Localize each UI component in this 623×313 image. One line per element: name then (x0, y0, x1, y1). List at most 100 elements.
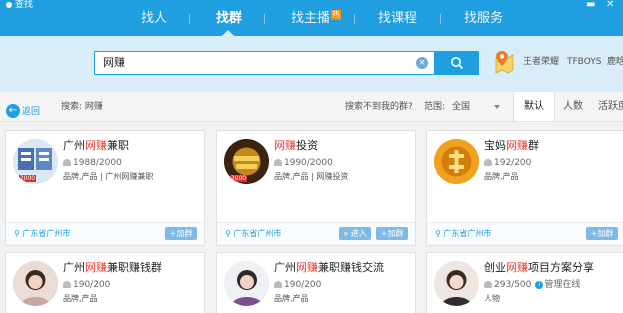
group-tags: 品牌,产品 (63, 294, 98, 303)
group-avatar (434, 261, 479, 306)
group-avatar (434, 139, 479, 184)
tab-find-streamers[interactable]: 找主播热 (291, 10, 342, 28)
back-arrow-icon: ← (6, 103, 20, 118)
group-card[interactable]: 广州网赚兼职赚钱交流 190/200 品牌,产品 (216, 252, 416, 313)
location: ⚲ 广东省广州市 (435, 229, 492, 238)
member-count-value: 190/200 (73, 280, 111, 290)
tab-find-courses[interactable]: 找课程 (378, 10, 417, 28)
sort-tab-members[interactable]: 人数 (555, 92, 591, 121)
group-tags: 品牌,产品 (484, 172, 519, 181)
tab-find-groups[interactable]: 找群 (216, 10, 242, 28)
member-count-value: 192/200 (494, 158, 532, 168)
members-icon (63, 281, 71, 288)
clear-icon[interactable]: × (416, 57, 428, 69)
card-footer: ⚲ 广东省广州市 » 进入 +加群 (217, 222, 415, 245)
name-highlight: 网赚 (296, 261, 318, 274)
range-select-value: 全国 (452, 102, 471, 112)
join-group-button[interactable]: +加群 (586, 227, 618, 240)
app-logo-icon (6, 1, 12, 8)
name-highlight: 网赚 (506, 261, 528, 274)
range-select[interactable]: 全国 (452, 101, 500, 113)
name-suffix: 项目方案分享 (528, 261, 594, 274)
name-suffix: 兼职 (107, 139, 129, 152)
name-prefix: 创业 (484, 261, 506, 274)
member-count: 192/200 (484, 157, 531, 169)
name-prefix: 宝妈 (484, 139, 506, 152)
member-count: 1990/2000 (274, 157, 333, 169)
name-prefix: 广州 (274, 261, 296, 274)
search-input[interactable]: 网赚 × (94, 51, 435, 75)
person-avatar-icon (224, 261, 269, 306)
minimize-icon[interactable]: ▬ (586, 0, 595, 10)
tab-find-streamers-label: 找主播 (291, 11, 331, 26)
group-name: 广州网赚兼职 (63, 139, 129, 153)
sort-tab-default[interactable]: 默认 (513, 92, 555, 121)
location-text: 广东省广州市 (233, 229, 282, 238)
close-icon[interactable]: ✕ (606, 0, 614, 10)
members-icon (63, 159, 71, 166)
info-icon: i (535, 280, 544, 289)
members-icon (274, 159, 282, 166)
group-name: 创业网赚项目方案分享 (484, 261, 594, 275)
group-name: 广州网赚兼职赚钱群 (63, 261, 162, 275)
group-name: 宝妈网赚群 (484, 139, 539, 153)
name-prefix: 广州 (63, 261, 85, 274)
nav-divider (264, 14, 265, 24)
search-summary: 搜索: 网赚 (61, 102, 103, 112)
member-count: 293/500 i 管理在线 (484, 279, 580, 291)
nav-divider (440, 14, 441, 24)
hot-word-link[interactable]: TFBOYS (567, 56, 602, 68)
member-count-value: 1988/2000 (73, 158, 122, 168)
search-query: 网赚 (103, 56, 125, 69)
group-name: 广州网赚兼职赚钱交流 (274, 261, 384, 275)
group-card[interactable]: 2000 广州网赚兼职 1988/2000 品牌,产品 | 广州网赚兼职 ⚲ 广… (5, 130, 205, 246)
filter-bar: ←返回 搜索: 网赚 搜索不到我的群? 范围: 全国 默认 人数 活跃度 (0, 92, 623, 122)
nav-divider (354, 14, 355, 24)
member-count-value: 190/200 (284, 280, 322, 290)
location: ⚲ 广东省广州市 (14, 229, 71, 238)
coin-avatar-icon (434, 139, 479, 184)
range-label: 范围: (424, 102, 446, 112)
name-highlight: 网赚 (506, 139, 528, 152)
search-icon (451, 57, 464, 70)
group-tags: 品牌,产品 | 网赚投资 (274, 172, 349, 181)
name-suffix: 兼职赚钱交流 (318, 261, 384, 274)
group-avatar (224, 261, 269, 306)
tab-find-services[interactable]: 找服务 (464, 10, 503, 28)
name-highlight: 网赚 (274, 139, 296, 152)
member-count-value: 1990/2000 (284, 158, 333, 168)
hot-word-link[interactable]: 鹿晗 (607, 56, 623, 68)
nav-divider (189, 14, 190, 24)
group-card[interactable]: 2000 网赚投资 1990/2000 品牌,产品 | 网赚投资 ⚲ 广东省广州… (216, 130, 416, 246)
app-title: 查找 (6, 0, 33, 10)
map-location-icon[interactable] (493, 50, 515, 74)
group-card[interactable]: 广州网赚兼职赚钱群 190/200 品牌,产品 (5, 252, 205, 313)
search-band: 网赚 × 王者荣耀 TFBOYS 鹿晗 (0, 36, 623, 92)
top-bar: 查找 找人 找群 找主播热 找课程 找服务 ▬ ✕ (0, 0, 623, 36)
members-icon (484, 159, 492, 166)
back-button[interactable]: ← 返回 (6, 100, 40, 119)
location-text: 广东省广州市 (443, 229, 492, 238)
enter-group-button[interactable]: » 进入 (339, 227, 371, 240)
name-suffix: 群 (528, 139, 539, 152)
group-avatar (13, 261, 58, 306)
join-group-button[interactable]: +加群 (165, 227, 197, 240)
name-prefix: 广州 (63, 139, 85, 152)
member-count: 1988/2000 (63, 157, 122, 169)
sort-tab-activity[interactable]: 活跃度 (591, 92, 623, 121)
join-group-button[interactable]: +加群 (376, 227, 408, 240)
group-card[interactable]: 创业网赚项目方案分享 293/500 i 管理在线 人物 (426, 252, 623, 313)
group-name: 网赚投资 (274, 139, 318, 153)
name-suffix: 兼职赚钱群 (107, 261, 162, 274)
group-tags: 品牌,产品 | 广州网赚兼职 (63, 172, 154, 181)
tab-find-people[interactable]: 找人 (141, 10, 167, 28)
group-tags: 人物 (484, 294, 500, 303)
location: ⚲ 广东省广州市 (225, 229, 282, 238)
group-avatar: 2000 (224, 139, 269, 184)
not-found-link[interactable]: 搜索不到我的群? (345, 101, 413, 113)
name-suffix: 投资 (296, 139, 318, 152)
search-button[interactable] (435, 51, 479, 75)
group-card[interactable]: 宝妈网赚群 192/200 品牌,产品 ⚲ 广东省广州市 +加群 (426, 130, 623, 246)
hot-badge: 热 (331, 10, 342, 20)
hot-word-link[interactable]: 王者荣耀 (523, 56, 559, 68)
